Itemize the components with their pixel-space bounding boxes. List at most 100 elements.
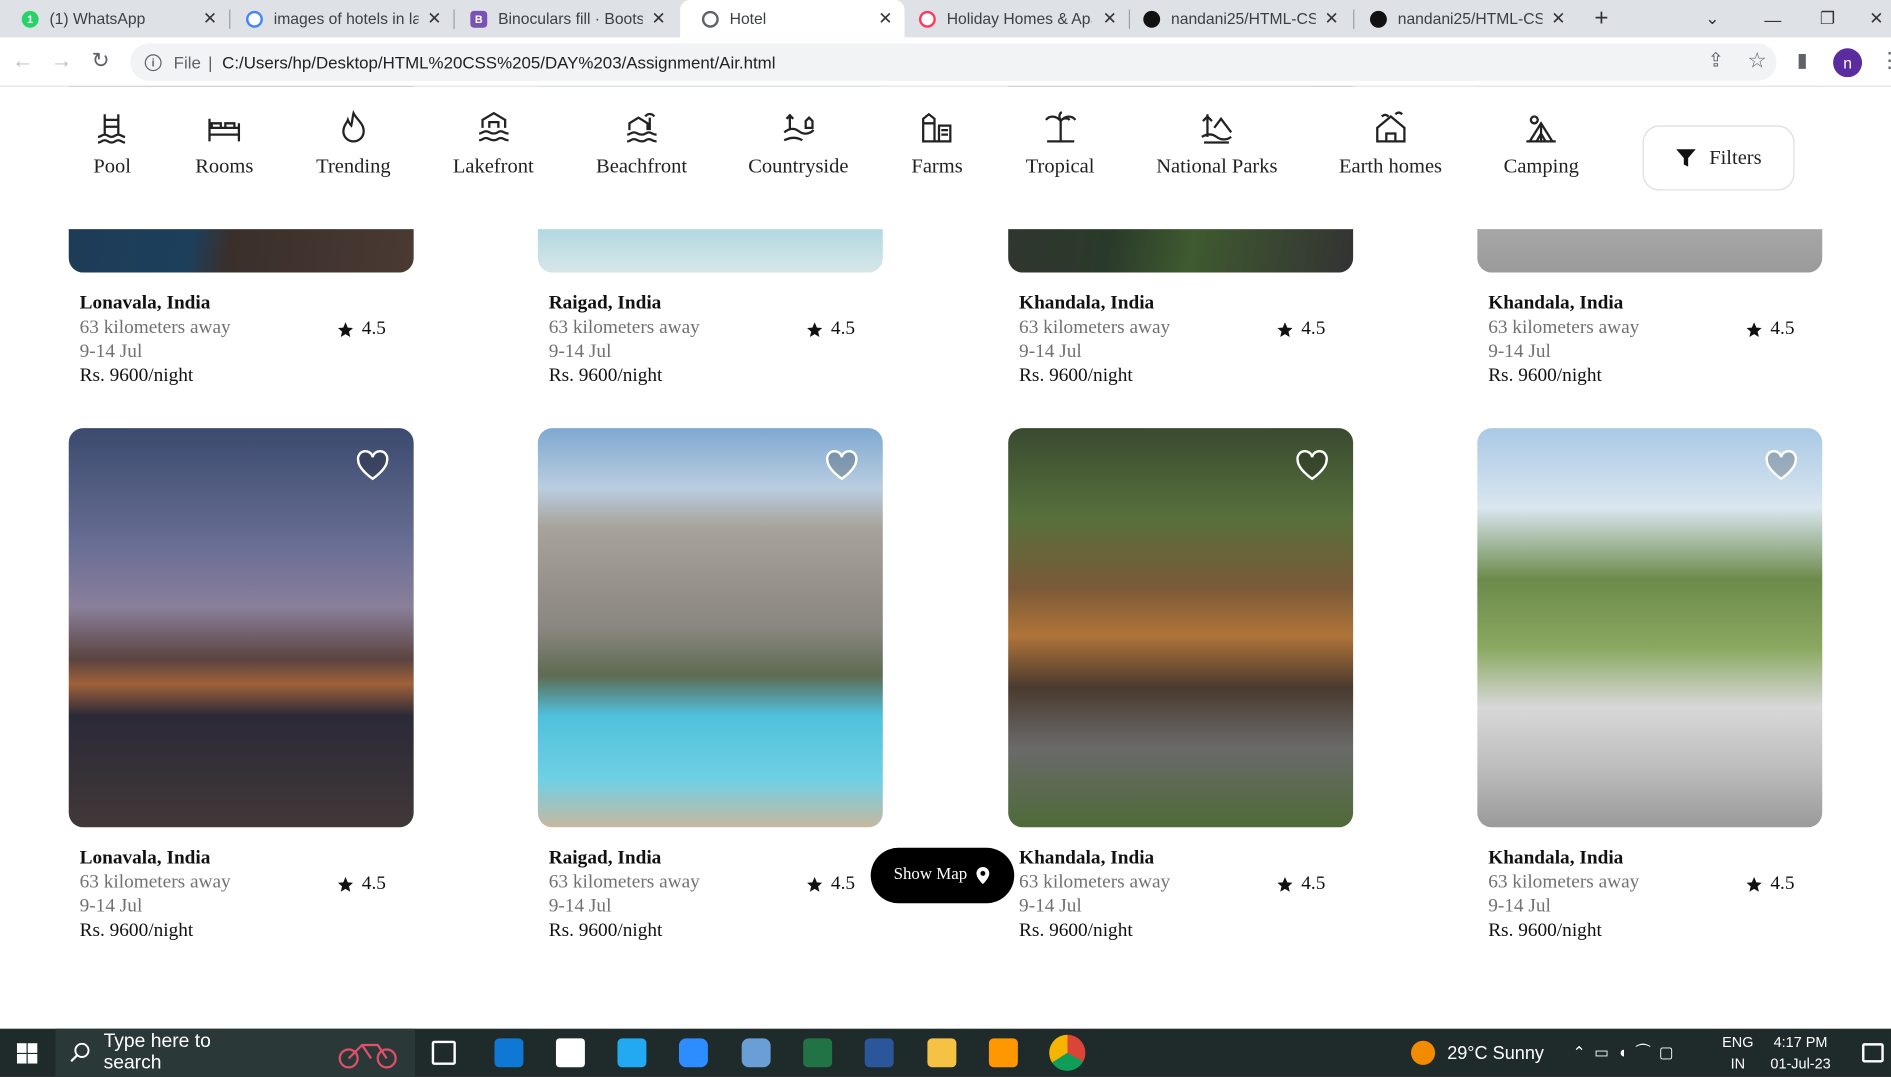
heart-icon[interactable] xyxy=(356,449,390,481)
zoom-app-icon[interactable] xyxy=(678,1038,708,1068)
listing-photo[interactable] xyxy=(1477,428,1823,828)
heart-icon[interactable] xyxy=(1295,449,1329,481)
heart-icon[interactable] xyxy=(825,449,859,481)
heart-icon[interactable] xyxy=(1764,449,1798,481)
notifications-icon[interactable] xyxy=(1862,1043,1884,1063)
info-icon[interactable]: i xyxy=(144,53,162,71)
reload-icon[interactable]: ↻ xyxy=(92,48,110,73)
listing-dates: 9-14 Jul xyxy=(1019,896,1082,917)
share-icon[interactable]: ⇪ xyxy=(1708,48,1724,72)
rating-value: 4.5 xyxy=(361,318,386,339)
category-countryside[interactable]: Countryside xyxy=(748,109,848,179)
tab-airbnb[interactable]: Holiday Homes & Apa ✕ xyxy=(897,0,1129,37)
listing-dates: 9-14 Jul xyxy=(1488,896,1551,917)
category-label: National Parks xyxy=(1156,154,1278,178)
tab-github-2[interactable]: nandani25/HTML-CSS ✕ xyxy=(1348,0,1577,37)
tab-search-chevron-icon[interactable]: ⌄ xyxy=(1705,0,1719,37)
category-label: Farms xyxy=(911,154,963,178)
listing-photo[interactable] xyxy=(1008,428,1354,828)
profile-avatar[interactable]: n xyxy=(1833,48,1863,78)
listing-price: Rs. 9600/night xyxy=(79,920,194,941)
forward-arrow-icon[interactable]: → xyxy=(51,48,73,73)
close-icon[interactable]: ✕ xyxy=(1103,8,1117,29)
listing-price: Rs. 9600/night xyxy=(548,920,663,941)
category-beachfront[interactable]: Beachfront xyxy=(596,109,687,179)
lakefront-icon xyxy=(478,111,509,142)
weather-widget[interactable]: 29°C Sunny xyxy=(1411,1029,1544,1077)
close-icon[interactable]: ✕ xyxy=(878,8,892,29)
minimize-button[interactable]: — xyxy=(1764,0,1781,37)
task-view-icon[interactable] xyxy=(431,1040,456,1065)
close-icon[interactable]: ✕ xyxy=(427,8,441,29)
maximize-button[interactable]: ❐ xyxy=(1820,0,1835,37)
word-app-icon[interactable] xyxy=(864,1038,894,1068)
listing-rating: 4.5 xyxy=(1276,317,1325,341)
close-icon[interactable]: ✕ xyxy=(1551,8,1565,29)
tab-title: Hotel xyxy=(729,9,767,28)
category-camping[interactable]: Camping xyxy=(1504,109,1579,179)
star-icon xyxy=(337,876,354,892)
sublime-app-icon[interactable] xyxy=(988,1038,1018,1068)
listing-info: Khandala, India 63 kilometers away 9-14 … xyxy=(1019,847,1345,943)
app-icon[interactable] xyxy=(741,1038,771,1068)
listing-photo[interactable] xyxy=(68,428,414,828)
spreadsheet-app-icon[interactable] xyxy=(803,1038,833,1068)
show-map-button[interactable]: Show Map xyxy=(870,847,1015,904)
category-pool[interactable]: Pool xyxy=(93,109,131,179)
vscode-app-icon[interactable] xyxy=(617,1038,647,1068)
tab-bootstrap[interactable]: B Binoculars fill · Bootst ✕ xyxy=(449,0,678,37)
store-app-icon[interactable] xyxy=(555,1038,585,1068)
taskbar-search-box[interactable]: Type here to search xyxy=(55,1028,415,1077)
side-panel-icon[interactable]: ▮ xyxy=(1797,48,1808,72)
category-farms[interactable]: Farms xyxy=(911,109,963,179)
new-tab-button[interactable]: + xyxy=(1594,0,1608,37)
category-bar: Pool Rooms Trending Lakefront Beachfront… xyxy=(0,86,1891,230)
tab-google-images[interactable]: images of hotels in lar ✕ xyxy=(224,0,453,37)
close-icon[interactable]: ✕ xyxy=(203,8,217,29)
star-icon xyxy=(1277,321,1293,337)
listing-info: Lonavala, India 63 kilometers away 9-14 … xyxy=(80,292,406,388)
show-map-label: Show Map xyxy=(893,865,968,884)
category-label: Trending xyxy=(316,154,391,178)
category-lakefront[interactable]: Lakefront xyxy=(453,109,534,179)
mail-app-icon[interactable] xyxy=(494,1038,524,1068)
bookmark-star-icon[interactable]: ☆ xyxy=(1747,48,1766,73)
palm-icon xyxy=(1044,110,1076,143)
tab-whatsapp[interactable]: 1 (1) WhatsApp ✕ xyxy=(0,0,229,37)
system-tray-icons[interactable]: ⌃▭◖⏜▢ xyxy=(1573,1029,1683,1077)
tab-hotel[interactable]: Hotel ✕ xyxy=(680,0,905,38)
menu-dots-icon[interactable]: ⋮ xyxy=(1879,48,1891,73)
url-field[interactable]: i File | C:/Users/hp/Desktop/HTML%20CSS%… xyxy=(130,43,1777,81)
tab-github-1[interactable]: nandani25/HTML-CSS ✕ xyxy=(1122,0,1351,37)
back-arrow-icon[interactable]: ← xyxy=(12,48,34,73)
category-tropical[interactable]: Tropical xyxy=(1026,109,1094,179)
listing-info: Khandala, India 63 kilometers away 9-14 … xyxy=(1019,292,1345,388)
listing-photo[interactable] xyxy=(537,428,883,828)
national-park-icon xyxy=(1201,114,1233,144)
file-explorer-icon[interactable] xyxy=(927,1038,957,1068)
clock-time: 4:17 PM xyxy=(1773,1033,1828,1051)
close-icon[interactable]: ✕ xyxy=(652,8,666,29)
listing-rating: 4.5 xyxy=(336,317,386,341)
airbnb-icon xyxy=(918,10,936,28)
chrome-app-icon[interactable] xyxy=(1049,1034,1086,1071)
listing-dates: 9-14 Jul xyxy=(1488,341,1551,362)
tab-title: Binoculars fill · Bootst xyxy=(498,9,643,28)
clock[interactable]: 4:17 PM 01-Jul-23 xyxy=(1770,1031,1830,1074)
rating-value: 4.5 xyxy=(1770,873,1795,894)
funnel-icon xyxy=(1676,149,1697,167)
filters-button[interactable]: Filters xyxy=(1642,125,1795,191)
scheme-label: File xyxy=(173,52,201,72)
category-trending[interactable]: Trending xyxy=(316,109,391,179)
listing-price: Rs. 9600/night xyxy=(1019,920,1133,941)
language-indicator[interactable]: ENG IN xyxy=(1722,1031,1753,1074)
github-icon xyxy=(1143,10,1161,28)
close-window-button[interactable]: ✕ xyxy=(1869,0,1883,37)
category-national-parks[interactable]: National Parks xyxy=(1156,109,1277,179)
windows-start-icon[interactable] xyxy=(16,1043,38,1064)
tab-title: images of hotels in lar xyxy=(273,9,419,28)
category-rooms[interactable]: Rooms xyxy=(195,109,253,179)
category-earth-homes[interactable]: Earth homes xyxy=(1339,109,1442,179)
listing-location: Lonavala, India xyxy=(79,847,211,869)
close-icon[interactable]: ✕ xyxy=(1324,8,1338,29)
